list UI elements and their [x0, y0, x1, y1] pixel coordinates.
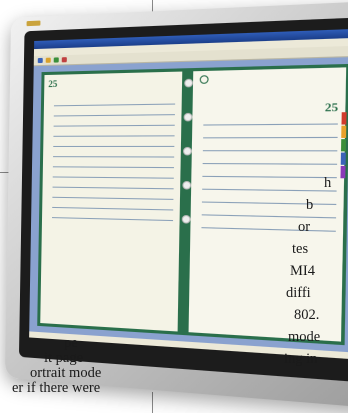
- body-text-line: b: [306, 197, 314, 213]
- body-text-line: mode: [288, 329, 321, 345]
- planner-left-page[interactable]: 25: [40, 71, 182, 332]
- toolbar-icon[interactable]: [37, 57, 43, 64]
- section-tabs[interactable]: [340, 112, 347, 179]
- screen-bezel: 25 25: [18, 16, 348, 383]
- body-text-line: tes: [292, 241, 309, 257]
- body-text-line: er if there were: [12, 380, 101, 396]
- planner-binder: 25 25: [37, 63, 348, 346]
- day-number-left: 25: [48, 78, 58, 90]
- body-text-line: it page: [44, 350, 84, 366]
- body-text-line: ing in: [284, 351, 318, 367]
- body-text-line: h: [324, 175, 332, 191]
- eraser-icon[interactable]: [61, 57, 67, 63]
- body-text-line: diffi: [286, 285, 311, 301]
- planner-logo-icon: [200, 75, 210, 84]
- body-text-line: ortrait mode: [30, 365, 102, 381]
- body-text-line: or: [298, 219, 311, 235]
- body-text-line: MI4: [290, 263, 315, 279]
- body-text-line: 802.: [294, 307, 320, 323]
- pen-icon[interactable]: [53, 57, 59, 63]
- body-text-line: pe: [64, 335, 78, 351]
- toolbar-icon[interactable]: [45, 57, 51, 63]
- planner-right-page[interactable]: 25: [188, 67, 347, 342]
- day-number-right: 25: [324, 101, 339, 115]
- brand-logo: [26, 20, 41, 27]
